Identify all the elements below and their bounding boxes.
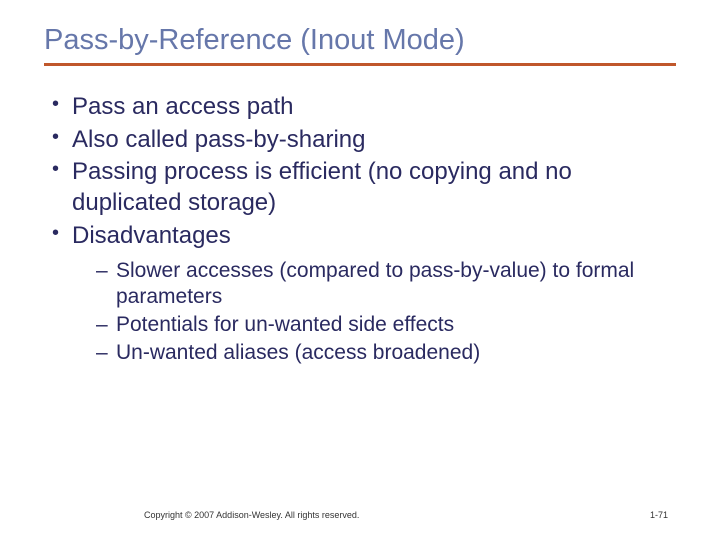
slide-body: Pass an access path Also called pass-by-… xyxy=(44,92,676,367)
bullet-item: Also called pass-by-sharing xyxy=(50,125,676,156)
sub-bullet-item: Potentials for un-wanted side effects xyxy=(96,312,676,338)
slide-container: Pass-by-Reference (Inout Mode) Pass an a… xyxy=(0,0,720,540)
page-number: 1-71 xyxy=(650,510,668,520)
bullet-list: Pass an access path Also called pass-by-… xyxy=(50,92,676,367)
bullet-item: Passing process is efficient (no copying… xyxy=(50,157,676,218)
bullet-text: Disadvantages xyxy=(72,222,231,249)
sub-bullet-list: Slower accesses (compared to pass-by-val… xyxy=(72,258,676,367)
bullet-item: Disadvantages Slower accesses (compared … xyxy=(50,221,676,367)
copyright-text: Copyright © 2007 Addison-Wesley. All rig… xyxy=(144,510,359,520)
bullet-item: Pass an access path xyxy=(50,92,676,123)
sub-bullet-item: Un-wanted aliases (access broadened) xyxy=(96,340,676,366)
title-rule xyxy=(44,63,676,66)
sub-bullet-item: Slower accesses (compared to pass-by-val… xyxy=(96,258,676,311)
slide-title: Pass-by-Reference (Inout Mode) xyxy=(44,24,676,57)
slide-footer: Copyright © 2007 Addison-Wesley. All rig… xyxy=(0,510,720,520)
